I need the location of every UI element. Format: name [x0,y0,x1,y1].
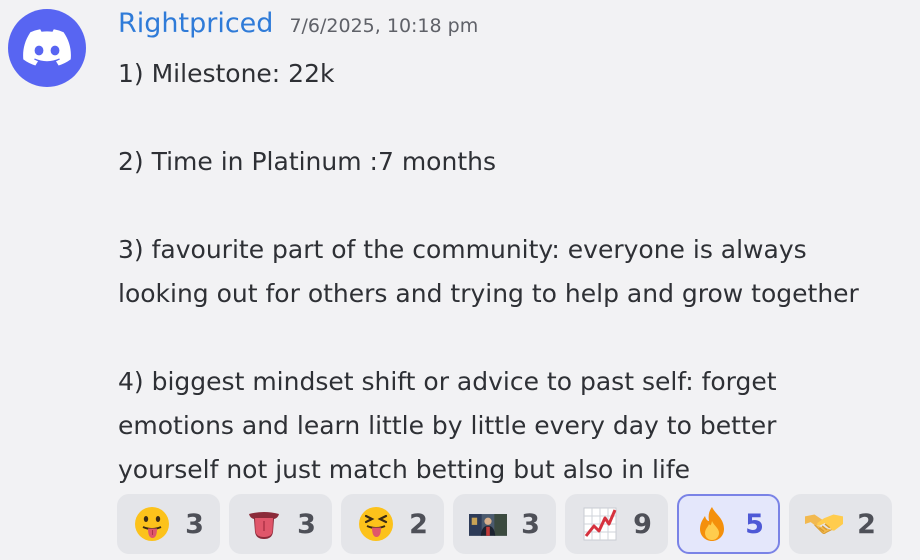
message-line: 2) Time in Platinum :7 months [118,147,496,176]
reaction-button[interactable]: 3 [453,494,556,554]
message-line: yourself not just match betting but also… [118,455,691,484]
message-line: 4) biggest mindset shift or advice to pa… [118,367,777,396]
message-line: 1) Milestone: 22k [118,59,335,88]
reaction-button[interactable]: 2 [341,494,444,554]
avatar[interactable] [8,9,86,87]
reaction-button[interactable]: 3 [117,494,220,554]
message-line: looking out for others and trying to hel… [118,279,859,308]
reaction-count: 2 [857,508,876,540]
reaction-count: 3 [297,508,316,540]
message-line: emotions and learn little by little ever… [118,411,777,440]
reaction-count: 9 [633,508,652,540]
face-with-tongue-icon [133,505,171,543]
chart-increasing-icon [581,505,619,543]
handshake-icon [805,505,844,543]
message-line: 3) favourite part of the community: ever… [118,235,807,264]
discord-logo-icon [23,29,71,66]
reaction-count: 5 [745,508,764,540]
reaction-button[interactable]: 5 [677,494,780,554]
reaction-bar: 3 3 2 3 9 5 2 [117,494,892,554]
tongue-icon [245,505,283,543]
reaction-button[interactable]: 2 [789,494,892,554]
squinting-face-with-tongue-icon [357,505,395,543]
message-content: 1) Milestone: 22k 2) Time in Platinum :7… [118,52,918,492]
reaction-count: 2 [409,508,428,540]
message-header: Rightpriced 7/6/2025, 10:18 pm [118,8,478,39]
reaction-button[interactable]: 9 [565,494,668,554]
fire-icon [693,505,731,543]
custom-photo-emoji-icon [469,505,508,543]
username[interactable]: Rightpriced [118,8,273,39]
timestamp: 7/6/2025, 10:18 pm [289,15,479,37]
reaction-button[interactable]: 3 [229,494,332,554]
reaction-count: 3 [521,508,540,540]
reaction-count: 3 [185,508,204,540]
